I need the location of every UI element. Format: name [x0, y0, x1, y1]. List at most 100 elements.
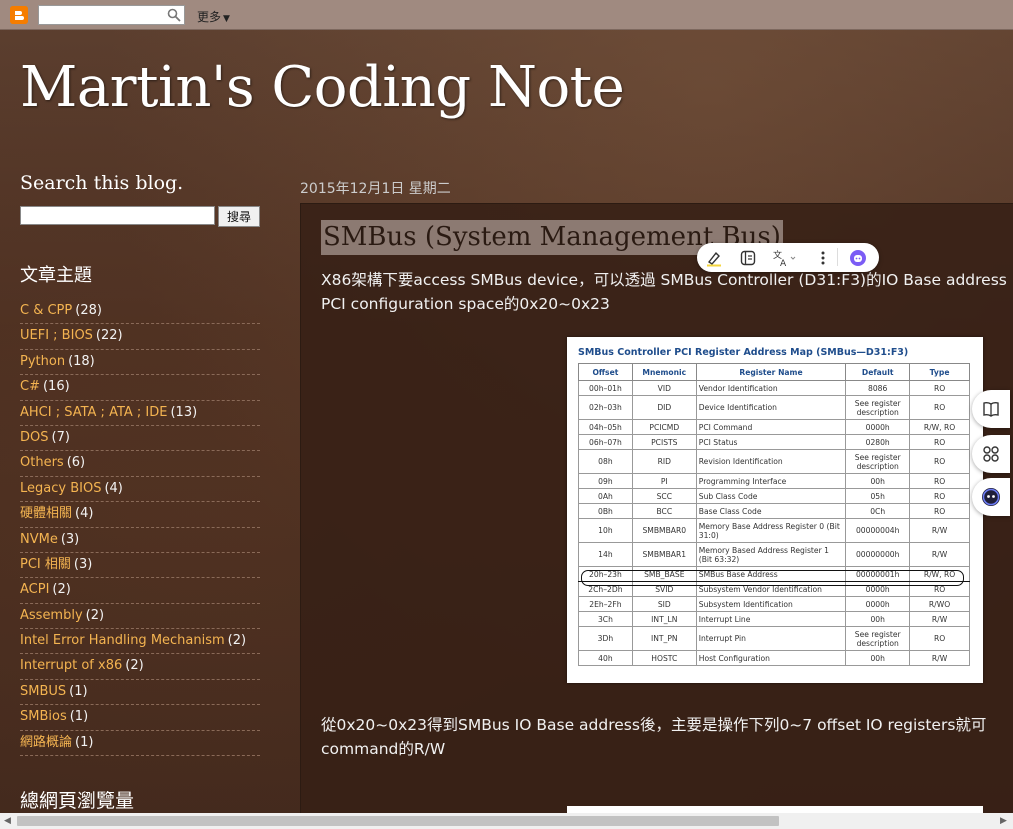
label-link[interactable]: UEFI ; BIOS — [20, 328, 93, 343]
more-vert-icon[interactable] — [813, 248, 833, 268]
scrollbar-thumb[interactable] — [17, 816, 779, 826]
register-row: 14h SMBMBAR1 Memory Based Address Register… — [578, 542, 970, 567]
label-link[interactable]: Assembly — [20, 608, 83, 623]
assistant-face-icon[interactable] — [972, 478, 1010, 516]
register-cell: HOSTC — [631, 650, 697, 666]
register-cell: INT_LN — [631, 611, 697, 627]
register-cell: R/W — [909, 542, 970, 567]
post-paragraph-1-line-1: X86架構下要access SMBus device，可以透過 SMBus Co… — [321, 271, 1007, 289]
register-row: 3Dh INT_PN Interrupt Pin See register descr… — [578, 626, 970, 651]
register-row: 00h–01h VID Vendor Identification 8086 RO — [578, 380, 970, 396]
scroll-left-icon[interactable]: ◀ — [4, 816, 11, 826]
assistant-icon[interactable] — [848, 248, 868, 268]
register-map-table: Offset Mnemonic Register Name Default Ty… — [578, 363, 970, 666]
register-table-header-row: Offset Mnemonic Register Name Default Ty… — [578, 363, 970, 381]
labels-heading: 文章主題 — [20, 265, 92, 286]
label-link[interactable]: ACPI — [20, 582, 49, 597]
label-link[interactable]: Legacy BIOS — [20, 481, 101, 496]
register-row: 10h SMBMBAR0 Memory Base Address Register … — [578, 518, 970, 543]
register-row: 2Eh–2Fh SID Subsystem Identification 0000h R… — [578, 596, 970, 612]
highlighter-icon[interactable] — [704, 248, 724, 268]
blog-search-button[interactable]: 搜尋 — [218, 206, 260, 227]
label-link[interactable]: Others — [20, 455, 64, 470]
column-header: Mnemonic — [631, 363, 697, 381]
label-link[interactable]: SMBUS — [20, 684, 66, 699]
register-cell: SCC — [631, 488, 697, 504]
blog-search-input[interactable] — [20, 206, 215, 225]
label-link[interactable]: Interrupt of x86 — [20, 658, 122, 673]
label-item: AHCI ; SATA ; ATA ; IDE (13) — [20, 401, 260, 426]
label-count: (1) — [75, 734, 94, 750]
label-link[interactable]: NVMe — [20, 532, 58, 547]
register-map-image: SMBus Controller PCI Register Address Ma… — [567, 337, 983, 683]
label-item: UEFI ; BIOS (22) — [20, 324, 260, 350]
register-row: 04h–05h PCICMD PCI Command 0000h R/W, RO — [578, 419, 970, 435]
register-cell: 05h — [845, 488, 911, 504]
register-cell: PI — [631, 473, 697, 489]
more-menu-button[interactable]: 更多 ▼ — [197, 8, 230, 25]
label-link[interactable]: PCI 相關 — [20, 557, 71, 572]
label-count: (1) — [69, 683, 88, 699]
caret-down-icon: ▼ — [223, 14, 230, 24]
register-cell: 02h–03h — [578, 395, 633, 420]
register-row: 3Ch INT_LN Interrupt Line 00h R/W — [578, 611, 970, 627]
register-cell: 0Bh — [578, 503, 633, 519]
label-link[interactable]: SMBios — [20, 709, 67, 724]
label-item: 硬體相關 (4) — [20, 502, 260, 528]
register-cell: See register description — [845, 626, 911, 651]
magnifier-icon[interactable] — [167, 8, 181, 22]
register-cell: RO — [909, 395, 970, 420]
navbar-search — [38, 5, 185, 26]
register-cell: See register description — [845, 449, 911, 474]
label-count: (2) — [125, 658, 144, 674]
translate-icon[interactable]: 文A — [771, 248, 799, 268]
label-item: PCI 相關 (3) — [20, 553, 260, 579]
label-count: (2) — [85, 607, 105, 623]
label-link[interactable]: DOS — [20, 430, 49, 445]
register-cell: Interrupt Pin — [695, 626, 847, 651]
smb-base-highlight-oval — [581, 570, 964, 586]
label-item: Others (6) — [20, 451, 260, 477]
label-link[interactable]: 網路概論 — [20, 735, 72, 750]
register-cell: Sub Class Code — [695, 488, 847, 504]
register-cell: 3Dh — [578, 626, 633, 651]
register-cell: 0000h — [845, 596, 911, 612]
register-cell: 00h — [845, 650, 911, 666]
register-cell: 06h–07h — [578, 434, 633, 450]
note-icon[interactable] — [738, 248, 758, 268]
register-cell: R/W — [909, 650, 970, 666]
label-link[interactable]: C# — [20, 379, 40, 394]
register-cell: 2Eh–2Fh — [578, 596, 633, 612]
horizontal-scrollbar[interactable]: ◀ ▶ — [0, 813, 1013, 829]
register-cell: PCISTS — [631, 434, 697, 450]
apps-icon[interactable] — [972, 435, 1010, 473]
register-cell: R/WO — [909, 596, 970, 612]
register-row: 0Ah SCC Sub Class Code 05h RO — [578, 488, 970, 504]
label-link[interactable]: AHCI ; SATA ; ATA ; IDE — [20, 405, 167, 420]
label-link[interactable]: Python — [20, 354, 65, 369]
register-row: 40h HOSTC Host Configuration 00h R/W — [578, 650, 970, 666]
register-cell: RO — [909, 488, 970, 504]
label-item: Legacy BIOS (4) — [20, 477, 260, 503]
blogger-icon[interactable] — [10, 6, 28, 24]
reader-icon[interactable] — [972, 390, 1010, 428]
register-cell: Vendor Identification — [695, 380, 847, 396]
column-header: Offset — [578, 363, 633, 381]
register-cell: PCI Status — [695, 434, 847, 450]
register-cell: R/W — [909, 611, 970, 627]
pageviews-heading: 總網頁瀏覽量 — [20, 790, 135, 812]
navbar-search-input[interactable] — [39, 8, 164, 26]
register-row: 08h RID Revision Identification See registe… — [578, 449, 970, 474]
label-link[interactable]: 硬體相關 — [20, 506, 72, 521]
label-item: SMBios (1) — [20, 705, 260, 731]
label-link[interactable]: Intel Error Handling Mechanism — [20, 633, 225, 648]
register-cell: 00h — [845, 473, 911, 489]
label-link[interactable]: C & CPP — [20, 303, 72, 318]
blog-title[interactable]: Martin's Coding Note — [20, 55, 625, 120]
label-count: (2) — [52, 582, 71, 598]
register-cell: Interrupt Line — [695, 611, 847, 627]
label-count: (6) — [66, 455, 86, 471]
search-widget-heading: Search this blog. — [20, 172, 184, 194]
register-cell: PCICMD — [631, 419, 697, 435]
scroll-right-icon[interactable]: ▶ — [1000, 816, 1007, 826]
